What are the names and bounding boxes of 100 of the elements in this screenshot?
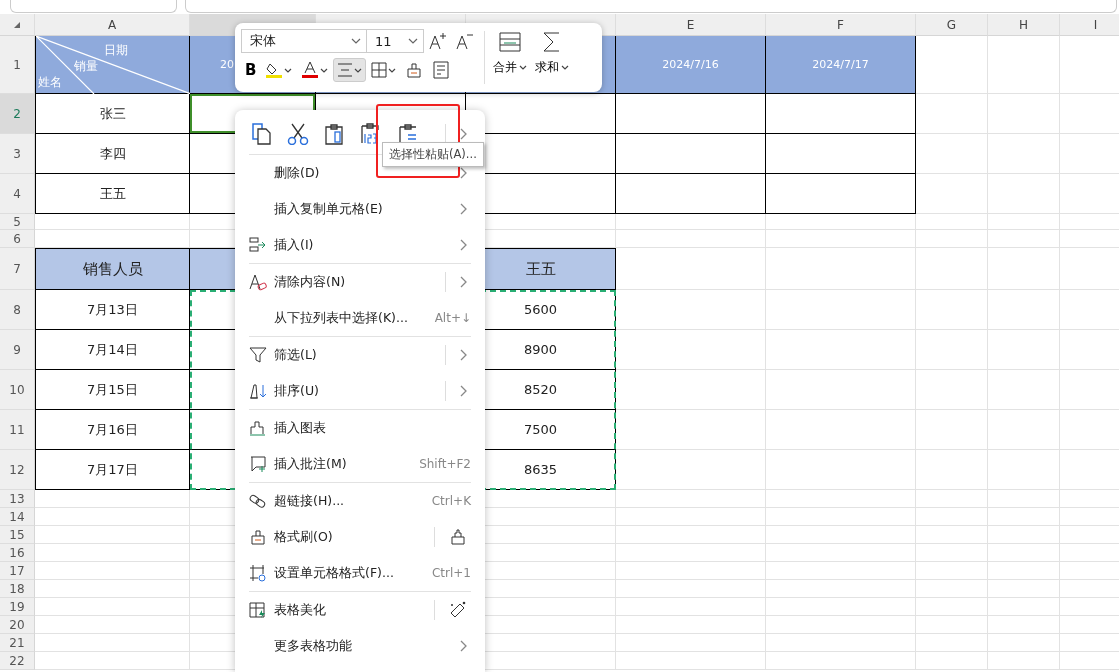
font-select[interactable]: 宋体 bbox=[241, 29, 367, 53]
caret-icon bbox=[320, 67, 329, 73]
header-label: 销量 bbox=[74, 58, 98, 75]
row-header[interactable]: 16 bbox=[0, 544, 35, 562]
column-header[interactable]: G bbox=[916, 14, 988, 36]
header-label: 日期 bbox=[104, 42, 128, 59]
caret-icon bbox=[284, 67, 293, 73]
table-cell: 7月15日 bbox=[35, 370, 190, 410]
merge-cells-icon bbox=[498, 31, 522, 53]
row-header[interactable]: 20 bbox=[0, 616, 35, 634]
grid-cell bbox=[916, 330, 988, 370]
clear-icon bbox=[249, 273, 267, 291]
menu-item[interactable]: 设置单元格格式(F)... Ctrl+1 bbox=[249, 555, 471, 591]
grid-cell bbox=[988, 94, 1060, 134]
row-header[interactable]: 21 bbox=[0, 634, 35, 652]
grid-cell bbox=[916, 634, 988, 652]
row-header[interactable]: 19 bbox=[0, 598, 35, 616]
insert-icon bbox=[249, 236, 267, 254]
cut-button[interactable] bbox=[287, 123, 309, 145]
grid-cell bbox=[916, 248, 988, 290]
magic-wand-icon[interactable] bbox=[449, 601, 467, 619]
grid-cell bbox=[988, 634, 1060, 652]
column-header[interactable]: I bbox=[1060, 14, 1119, 36]
grid-cell bbox=[916, 36, 988, 94]
grid-cell bbox=[988, 370, 1060, 410]
table-style-icon bbox=[249, 601, 267, 619]
row-header[interactable]: 9 bbox=[0, 330, 35, 370]
row-header[interactable]: 17 bbox=[0, 562, 35, 580]
row-header[interactable]: 14 bbox=[0, 508, 35, 526]
grid-cell bbox=[988, 526, 1060, 544]
column-header[interactable]: F bbox=[766, 14, 916, 36]
chevron-icon bbox=[460, 276, 467, 288]
row-header[interactable]: 3 bbox=[0, 134, 35, 174]
row-header[interactable]: 15 bbox=[0, 526, 35, 544]
column-header[interactable]: H bbox=[988, 14, 1060, 36]
table-cell: 王五 bbox=[35, 174, 190, 214]
bold-button[interactable]: B bbox=[241, 58, 261, 82]
grid-cell bbox=[916, 526, 988, 544]
chevron-icon bbox=[460, 349, 467, 361]
grid-cell bbox=[988, 490, 1060, 508]
menu-item[interactable]: 插入复制单元格(E) bbox=[249, 191, 471, 227]
grid-cell bbox=[988, 410, 1060, 450]
row-header[interactable]: 5 bbox=[0, 214, 35, 230]
table-cell: 2024/7/17 bbox=[766, 36, 916, 94]
shortcut-label: Ctrl+1 bbox=[431, 566, 471, 580]
copy-button[interactable] bbox=[251, 123, 273, 145]
grid-cell bbox=[916, 174, 988, 214]
corner-triangle-icon bbox=[13, 20, 21, 29]
grid-cell bbox=[988, 290, 1060, 330]
row-header[interactable]: 4 bbox=[0, 174, 35, 214]
menu-item[interactable]: 格式刷(O) bbox=[249, 519, 471, 555]
wrap-text-icon bbox=[432, 61, 451, 79]
row-header[interactable]: 22 bbox=[0, 652, 35, 670]
decrease-font-icon bbox=[456, 32, 474, 50]
scissors-icon bbox=[287, 123, 309, 145]
column-header[interactable]: E bbox=[616, 14, 766, 36]
table-cell: 7月17日 bbox=[35, 450, 190, 490]
table-cell: 张三 bbox=[35, 94, 190, 134]
brush-icon[interactable] bbox=[449, 528, 467, 546]
row-header[interactable]: 18 bbox=[0, 580, 35, 598]
grid-cell bbox=[988, 174, 1060, 214]
grid-cell bbox=[916, 508, 988, 526]
table-cell: 李四 bbox=[35, 134, 190, 174]
align-button[interactable] bbox=[333, 58, 367, 82]
grid-cell bbox=[916, 616, 988, 634]
row-header[interactable]: 7 bbox=[0, 248, 35, 290]
header-label: 姓名 bbox=[38, 74, 62, 91]
menu-item[interactable]: 表格美化 bbox=[249, 592, 471, 628]
merge-button[interactable]: 合并 bbox=[491, 29, 529, 86]
grid-cell bbox=[916, 490, 988, 508]
chevron-icon bbox=[460, 203, 467, 215]
align-center-icon bbox=[337, 63, 354, 77]
cell-format-icon bbox=[249, 564, 267, 582]
grid-cell bbox=[988, 544, 1060, 562]
font-size-select[interactable]: 11 bbox=[366, 29, 424, 53]
menu-item[interactable]: 更多表格功能 bbox=[249, 628, 471, 664]
sum-button[interactable]: 求和 bbox=[533, 29, 571, 86]
copy-icon bbox=[251, 123, 273, 145]
grid-cell bbox=[988, 450, 1060, 490]
row-header[interactable]: 12 bbox=[0, 450, 35, 490]
grid-cell bbox=[916, 134, 988, 174]
row-header[interactable]: 8 bbox=[0, 290, 35, 330]
row-header[interactable]: 10 bbox=[0, 370, 35, 410]
row-header[interactable]: 13 bbox=[0, 490, 35, 508]
row-header[interactable]: 6 bbox=[0, 230, 35, 248]
row-header[interactable]: 1 bbox=[0, 36, 35, 94]
grid-cell bbox=[916, 370, 988, 410]
table-cell: 7月16日 bbox=[35, 410, 190, 450]
grid-cell bbox=[916, 230, 988, 248]
row-header[interactable]: 2 bbox=[0, 94, 35, 134]
grid-cell bbox=[988, 508, 1060, 526]
paste-button[interactable] bbox=[323, 123, 345, 145]
chevron-icon bbox=[460, 640, 467, 652]
shortcut-label: Ctrl+K bbox=[431, 494, 471, 508]
row-header[interactable]: 11 bbox=[0, 410, 35, 450]
column-header[interactable]: A bbox=[35, 14, 190, 36]
grid-cell bbox=[988, 248, 1060, 290]
grid-cell bbox=[988, 134, 1060, 174]
filter-icon bbox=[249, 346, 267, 364]
table-cell: 7月13日 bbox=[35, 290, 190, 330]
